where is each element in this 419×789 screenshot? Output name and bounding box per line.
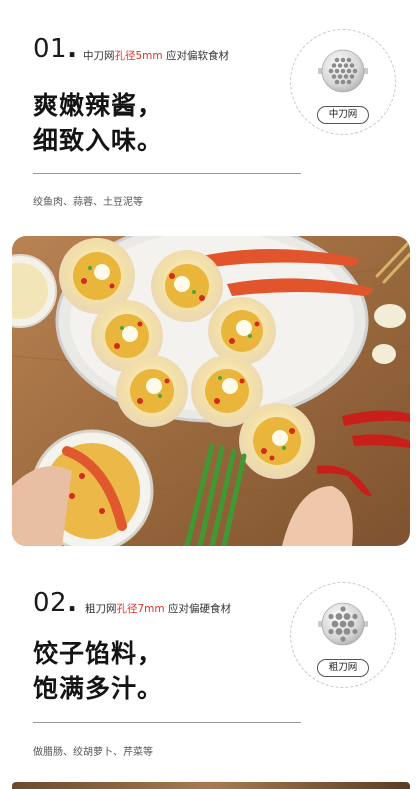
blade-subtitle: 中刀网孔径5mm 应对偏软食材: [83, 48, 229, 63]
headline: 爽嫩辣酱， 细致入味。: [33, 88, 163, 158]
blade-badge: 粗刀网: [290, 582, 396, 688]
blade-label-pill: 粗刀网: [317, 659, 369, 677]
headline-line-1: 饺子馅料，: [33, 639, 164, 668]
blade-subtitle: 粗刀网孔径7mm 应对偏硬食材: [85, 601, 231, 616]
divider: [33, 173, 301, 174]
hole-size: 孔径5mm: [114, 50, 163, 62]
food-examples: 做腊肠、绞胡萝卜、芹菜等: [33, 747, 153, 758]
next-photo-edge: [12, 782, 410, 789]
headline-line-1: 爽嫩辣酱，: [33, 91, 164, 120]
headline-line-2: 细致入味。: [33, 126, 164, 155]
scallop-dish-illustration: [12, 236, 410, 546]
blade-name: 中刀网: [83, 50, 115, 62]
headline: 饺子馅料， 饱满多汁。: [33, 636, 163, 706]
coarse-grinder-plate-icon: [318, 602, 368, 646]
blade-label-pill: 中刀网: [317, 106, 369, 124]
number-dot: .: [67, 588, 78, 618]
section-number-text: 02: [33, 588, 68, 618]
section-medium-blade: 01. 中刀网孔径5mm 应对偏软食材 爽嫩辣酱， 细致入味。 绞鱼肉、蒜蓉、土…: [0, 0, 419, 236]
blade-usage: 应对偏硬食材: [164, 603, 231, 615]
hole-size: 孔径7mm: [116, 603, 165, 615]
blade-badge: 中刀网: [290, 29, 396, 135]
number-dot: .: [67, 34, 78, 64]
section-coarse-blade: 02. 粗刀网孔径7mm 应对偏硬食材 饺子馅料， 饱满多汁。 做腊肠、绞胡萝卜…: [0, 546, 419, 782]
headline-line-2: 饱满多汁。: [33, 674, 164, 703]
food-examples: 绞鱼肉、蒜蓉、土豆泥等: [33, 197, 143, 208]
divider: [33, 722, 301, 723]
section-number: 01.: [33, 34, 77, 64]
blade-name: 粗刀网: [85, 603, 117, 615]
food-photo: [12, 236, 410, 546]
medium-grinder-plate-icon: [318, 49, 368, 93]
blade-usage: 应对偏软食材: [162, 50, 229, 62]
section-number: 02.: [33, 588, 77, 618]
section-number-text: 01: [33, 34, 68, 64]
